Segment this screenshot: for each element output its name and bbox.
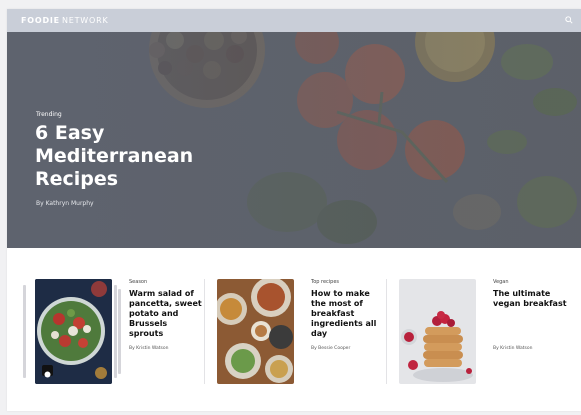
recipe-title[interactable]: How to make the most of breakfast ingred… [311,289,385,339]
recipe-thumbnail[interactable] [35,279,112,384]
recipe-card-text[interactable]: Vegan The ultimate vegan breakfast [493,279,567,309]
gallery-stack-front-2 [118,289,121,374]
hero-title[interactable]: 6 Easy Mediterranean Recipes [35,122,255,191]
recipe-card-text[interactable]: Top recipes How to make the most of brea… [311,279,385,339]
recipe-thumbnail[interactable] [217,279,294,384]
card-divider [204,279,205,384]
card-divider [386,279,387,384]
gallery-stack-front [114,285,117,378]
hero-category: Trending [36,111,62,118]
brand-logo[interactable]: FOODIE NETWORK [21,16,109,25]
recipe-category: Season [129,279,148,285]
gallery-stack-back [23,285,26,378]
recipe-card-text[interactable]: Season Warm salad of pancetta, sweet pot… [129,279,203,339]
recipe-category: Top recipes [311,279,340,285]
recipe-title[interactable]: Warm salad of pancetta, sweet potato and… [129,289,203,339]
play-glyph-icon [44,371,51,378]
top-navigation-bar: FOODIE NETWORK [7,9,581,32]
recipe-author: By Kristin Watson [493,346,533,351]
recipe-thumbnail[interactable] [399,279,476,384]
recipe-author: By Kristin Watson [129,346,169,351]
pancakes-image [399,279,476,384]
recipe-category: Vegan [493,279,509,285]
brand-light: NETWORK [61,16,109,25]
brand-bold: FOODIE [21,16,60,25]
search-icon[interactable] [565,16,573,24]
hero-banner[interactable]: Trending 6 Easy Mediterranean Recipes By… [7,32,581,248]
hero-author: By Kathryn Murphy [36,200,94,207]
play-icon[interactable] [42,365,53,378]
page: FOODIE NETWORK Trending 6 Easy Mediterra… [7,9,581,411]
breakfast-image [217,279,294,384]
recipe-card-list: Season Warm salad of pancetta, sweet pot… [7,271,581,386]
recipe-author: By Bessie Cooper [311,346,351,351]
recipe-title[interactable]: The ultimate vegan breakfast [493,289,567,309]
